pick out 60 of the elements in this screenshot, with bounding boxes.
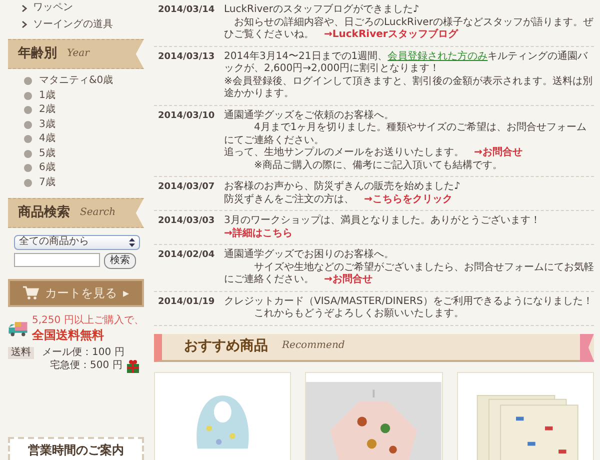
bullet-icon bbox=[24, 178, 32, 187]
news-text: 通園通学グッズでお困りのお客様へ。 サイズや生地などのご希望がございましたら、お問合せフォームにてお気軽にご連絡ください。 →お問合せ bbox=[224, 249, 594, 286]
year-link[interactable]: 5歳 bbox=[39, 148, 56, 160]
search-button[interactable]: 検索 bbox=[104, 253, 136, 269]
member-link[interactable]: 会員登録された方のみ bbox=[388, 50, 488, 62]
year-link[interactable]: 6歳 bbox=[39, 162, 56, 174]
year-link[interactable]: 7歳 bbox=[39, 176, 56, 189]
news-text: クレジットカード（VISA/MASTER/DINERS）をご利用できるようになりました！ これからもどうぞよろしくお願いいたします。 bbox=[224, 296, 593, 320]
bullet-icon bbox=[24, 106, 32, 114]
select-arrows-icon bbox=[129, 238, 135, 247]
bullet-icon bbox=[24, 150, 32, 158]
year-link[interactable]: 4歳 bbox=[39, 133, 56, 146]
category-link[interactable]: ソーイングの道具 bbox=[33, 18, 113, 31]
bullet-icon bbox=[24, 120, 32, 129]
banner-title: 商品検索 bbox=[18, 204, 70, 222]
search-field[interactable] bbox=[14, 253, 100, 267]
news-date: 2014/03/10 bbox=[158, 110, 216, 122]
bullet-icon bbox=[24, 135, 32, 144]
year-link[interactable]: 1歳 bbox=[39, 90, 56, 102]
hours-title: 営業時間のご案内 bbox=[8, 437, 144, 460]
news-date: 2014/03/13 bbox=[158, 50, 216, 64]
banner-subtitle: Year bbox=[67, 48, 90, 60]
shipping-rate: 宅急便：500 円 bbox=[50, 360, 122, 372]
news-link[interactable]: →詳細はこちら bbox=[224, 228, 292, 238]
year-link[interactable]: マタニティ&0歳 bbox=[39, 75, 114, 88]
news-text: 3月のワークショップは、満員となりました。ありがとうございます！ →詳細はこちら bbox=[224, 215, 542, 240]
shipping-threshold: 5,250 円以上ご購入で、 bbox=[32, 315, 144, 328]
ribbon-tail-icon bbox=[580, 334, 594, 362]
news-date: 2014/03/03 bbox=[158, 215, 216, 228]
news-text: 2014年3月14〜21日までの1週間、会員登録された方のみキルティングの通園バックが、2,600円→2,000円に割引となります！ ※会員登録後、ログインして頂きますと、割引後の金額が表示されます。送料は別途かかります。 bbox=[224, 50, 594, 100]
news-date: 2014/02/04 bbox=[158, 249, 216, 262]
bullet-icon bbox=[24, 164, 32, 172]
free-shipping-headline: 全国送料無料 bbox=[32, 328, 105, 342]
news-link[interactable]: →お問合せ bbox=[474, 147, 522, 158]
news-link[interactable]: →こちらをクリック bbox=[364, 194, 452, 204]
news-text: 通園通学グッズをご依頼のお客様へ。 4月まで1ヶ月を切りました。種類やサイズのご希望は、お問合せフォームにてご連絡ください。 追って、生地サンプルのメールをお送りいたします。 →お問合せ ※商品ご購入の際に、備考にご記入頂いても結構です。 bbox=[224, 110, 588, 172]
banner-title: 年齢別 bbox=[18, 46, 57, 62]
bullet-icon bbox=[24, 77, 32, 86]
news-text: LuckRiverのスタッフブログができました♪ お知らせの詳細内容や、日ごろのLuckRiverの様子などスタッフが語ります。ぜひご覧くださいね。 →LuckRiverスタッフブログ bbox=[224, 4, 594, 42]
bullet-icon bbox=[24, 92, 32, 100]
banner-subtitle: Search bbox=[80, 206, 116, 220]
category-select[interactable]: 全ての商品から bbox=[14, 235, 140, 250]
news-link[interactable]: →LuckRiverスタッフブログ bbox=[324, 29, 458, 40]
year-link[interactable]: 2歳 bbox=[39, 104, 56, 116]
news-date: 2014/01/19 bbox=[158, 296, 216, 308]
shipping-rate: メール便：100 円 bbox=[42, 346, 124, 359]
news-date: 2014/03/07 bbox=[158, 181, 216, 194]
news-link[interactable]: →お問合せ bbox=[324, 274, 372, 285]
news-text: お客様のお声から、防災ずきんの販売を始めました♪ 防災ずきんをご注文の方は、 →こちらをクリック bbox=[224, 181, 460, 206]
shipping-tag: 送料 bbox=[8, 346, 34, 359]
category-link[interactable]: ワッペン bbox=[33, 2, 73, 14]
cart-icon bbox=[22, 286, 39, 300]
gift-icon bbox=[126, 359, 140, 373]
year-link[interactable]: 3歳 bbox=[39, 118, 56, 131]
chevron-icon bbox=[22, 21, 27, 28]
banner-subtitle: Recommend bbox=[282, 340, 345, 353]
banner-title: おすすめ商品 bbox=[184, 338, 268, 356]
truck-icon bbox=[8, 320, 28, 337]
chevron-icon bbox=[22, 4, 27, 12]
news-date: 2014/03/14 bbox=[158, 4, 216, 17]
